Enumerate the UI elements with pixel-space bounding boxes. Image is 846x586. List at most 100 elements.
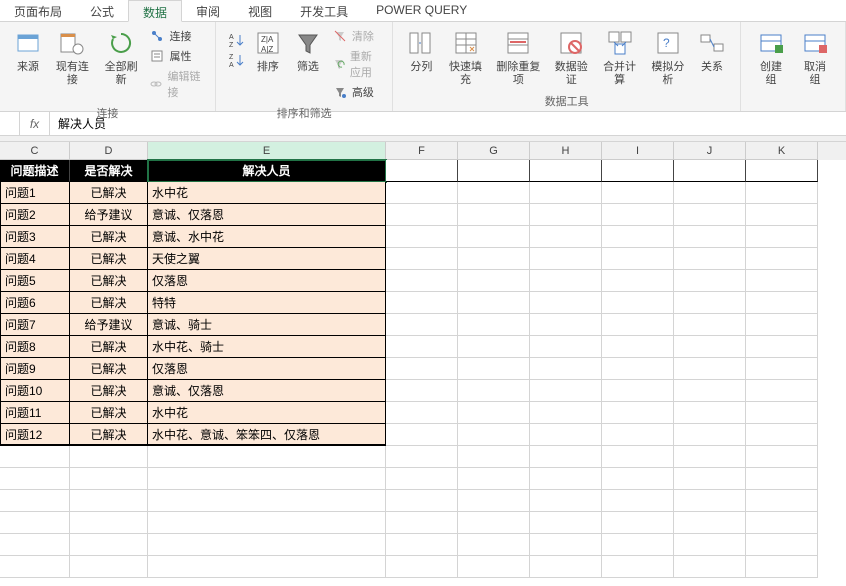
cell-resolved[interactable]: 已解决 — [70, 380, 148, 402]
cell-blank[interactable] — [674, 182, 746, 204]
cell-blank[interactable] — [458, 380, 530, 402]
data-validation-button[interactable]: 数据验证 — [547, 25, 595, 89]
cell-blank[interactable] — [602, 358, 674, 380]
col-header-i[interactable]: I — [602, 142, 674, 160]
col-header-h[interactable]: H — [530, 142, 602, 160]
cell-blank[interactable] — [386, 248, 458, 270]
cell-resolved[interactable]: 已解决 — [70, 182, 148, 204]
cell-resolver[interactable]: 水中花、意诚、笨笨四、仅落恩 — [148, 424, 386, 446]
cell-blank[interactable] — [458, 446, 530, 468]
cell-blank[interactable] — [746, 182, 818, 204]
col-header-j[interactable]: J — [674, 142, 746, 160]
cell-blank[interactable] — [530, 314, 602, 336]
cell-blank[interactable] — [458, 534, 530, 556]
cell-problem[interactable]: 问题3 — [0, 226, 70, 248]
cell-resolver[interactable]: 特特 — [148, 292, 386, 314]
cell-resolver[interactable]: 天使之翼 — [148, 248, 386, 270]
cell-blank[interactable] — [746, 446, 818, 468]
cell-resolved[interactable]: 已解决 — [70, 424, 148, 446]
cell-blank[interactable] — [674, 424, 746, 446]
cell-blank[interactable] — [458, 292, 530, 314]
cell-blank[interactable] — [746, 336, 818, 358]
tab-layout[interactable]: 页面布局 — [0, 0, 76, 21]
cell-blank[interactable] — [386, 490, 458, 512]
header-problem[interactable]: 问题描述 — [0, 160, 70, 182]
cell-resolved[interactable]: 已解决 — [70, 248, 148, 270]
cell-blank[interactable] — [530, 512, 602, 534]
cell-blank[interactable] — [674, 446, 746, 468]
edit-links-button[interactable]: 编辑链接 — [149, 67, 202, 101]
cell-blank[interactable] — [530, 182, 602, 204]
source-button[interactable]: 来源 — [8, 25, 48, 76]
tab-developer[interactable]: 开发工具 — [286, 0, 362, 21]
cell-resolver[interactable]: 意诚、骑士 — [148, 314, 386, 336]
cell-blank[interactable] — [674, 534, 746, 556]
sort-desc-button[interactable]: ZA — [228, 51, 244, 69]
cell-problem[interactable]: 问题11 — [0, 402, 70, 424]
filter-button[interactable]: 筛选 — [288, 25, 328, 76]
cell-blank[interactable] — [602, 226, 674, 248]
cell-blank[interactable] — [386, 380, 458, 402]
sort-asc-button[interactable]: AZ — [228, 31, 244, 49]
cell-blank[interactable] — [458, 424, 530, 446]
cell-blank[interactable] — [386, 424, 458, 446]
cell-blank[interactable] — [746, 314, 818, 336]
cell-blank[interactable] — [458, 160, 530, 182]
cell-resolver[interactable]: 意诚、仅落恩 — [148, 380, 386, 402]
cell-blank[interactable] — [386, 512, 458, 534]
cell-problem[interactable]: 问题5 — [0, 270, 70, 292]
cell-blank[interactable] — [602, 204, 674, 226]
tab-powerquery[interactable]: POWER QUERY — [362, 0, 481, 21]
remove-duplicates-button[interactable]: 删除重复项 — [490, 25, 547, 89]
cell-blank[interactable] — [458, 490, 530, 512]
cell-blank[interactable] — [458, 468, 530, 490]
cell-blank[interactable] — [530, 336, 602, 358]
cell-blank[interactable] — [458, 556, 530, 578]
cell-blank[interactable] — [148, 534, 386, 556]
cell-resolver[interactable]: 意诚、水中花 — [148, 226, 386, 248]
cell-blank[interactable] — [746, 292, 818, 314]
cell-blank[interactable] — [674, 270, 746, 292]
tab-data[interactable]: 数据 — [128, 0, 182, 22]
cell-resolved[interactable]: 已解决 — [70, 336, 148, 358]
cell-blank[interactable] — [746, 468, 818, 490]
cell-blank[interactable] — [674, 490, 746, 512]
cell-blank[interactable] — [674, 468, 746, 490]
cell-problem[interactable]: 问题4 — [0, 248, 70, 270]
advanced-button[interactable]: 高级 — [332, 83, 381, 101]
cell-blank[interactable] — [70, 468, 148, 490]
cell-blank[interactable] — [70, 556, 148, 578]
cell-problem[interactable]: 问题10 — [0, 380, 70, 402]
cell-blank[interactable] — [458, 226, 530, 248]
cell-blank[interactable] — [674, 292, 746, 314]
cell-blank[interactable] — [602, 402, 674, 424]
cell-blank[interactable] — [602, 512, 674, 534]
cell-blank[interactable] — [602, 314, 674, 336]
header-resolver[interactable]: 解决人员 — [148, 160, 386, 182]
cell-blank[interactable] — [530, 534, 602, 556]
cell-blank[interactable] — [386, 314, 458, 336]
cell-blank[interactable] — [530, 424, 602, 446]
cell-blank[interactable] — [530, 556, 602, 578]
whatif-button[interactable]: ? 模拟分析 — [644, 25, 692, 89]
cell-problem[interactable]: 问题1 — [0, 182, 70, 204]
cell-blank[interactable] — [148, 556, 386, 578]
cell-blank[interactable] — [602, 270, 674, 292]
cell-resolved[interactable]: 已解决 — [70, 270, 148, 292]
cell-problem[interactable]: 问题7 — [0, 314, 70, 336]
ungroup-button[interactable]: 取消组 — [793, 25, 837, 89]
cell-blank[interactable] — [530, 380, 602, 402]
cell-blank[interactable] — [386, 358, 458, 380]
cell-blank[interactable] — [458, 402, 530, 424]
cell-blank[interactable] — [386, 446, 458, 468]
cell-blank[interactable] — [458, 512, 530, 534]
cell-blank[interactable] — [458, 248, 530, 270]
cell-blank[interactable] — [602, 182, 674, 204]
cell-blank[interactable] — [746, 270, 818, 292]
cell-blank[interactable] — [746, 358, 818, 380]
cell-resolved[interactable]: 给予建议 — [70, 204, 148, 226]
cell-blank[interactable] — [602, 248, 674, 270]
cell-problem[interactable]: 问题9 — [0, 358, 70, 380]
cell-blank[interactable] — [602, 160, 674, 182]
cell-blank[interactable] — [746, 512, 818, 534]
